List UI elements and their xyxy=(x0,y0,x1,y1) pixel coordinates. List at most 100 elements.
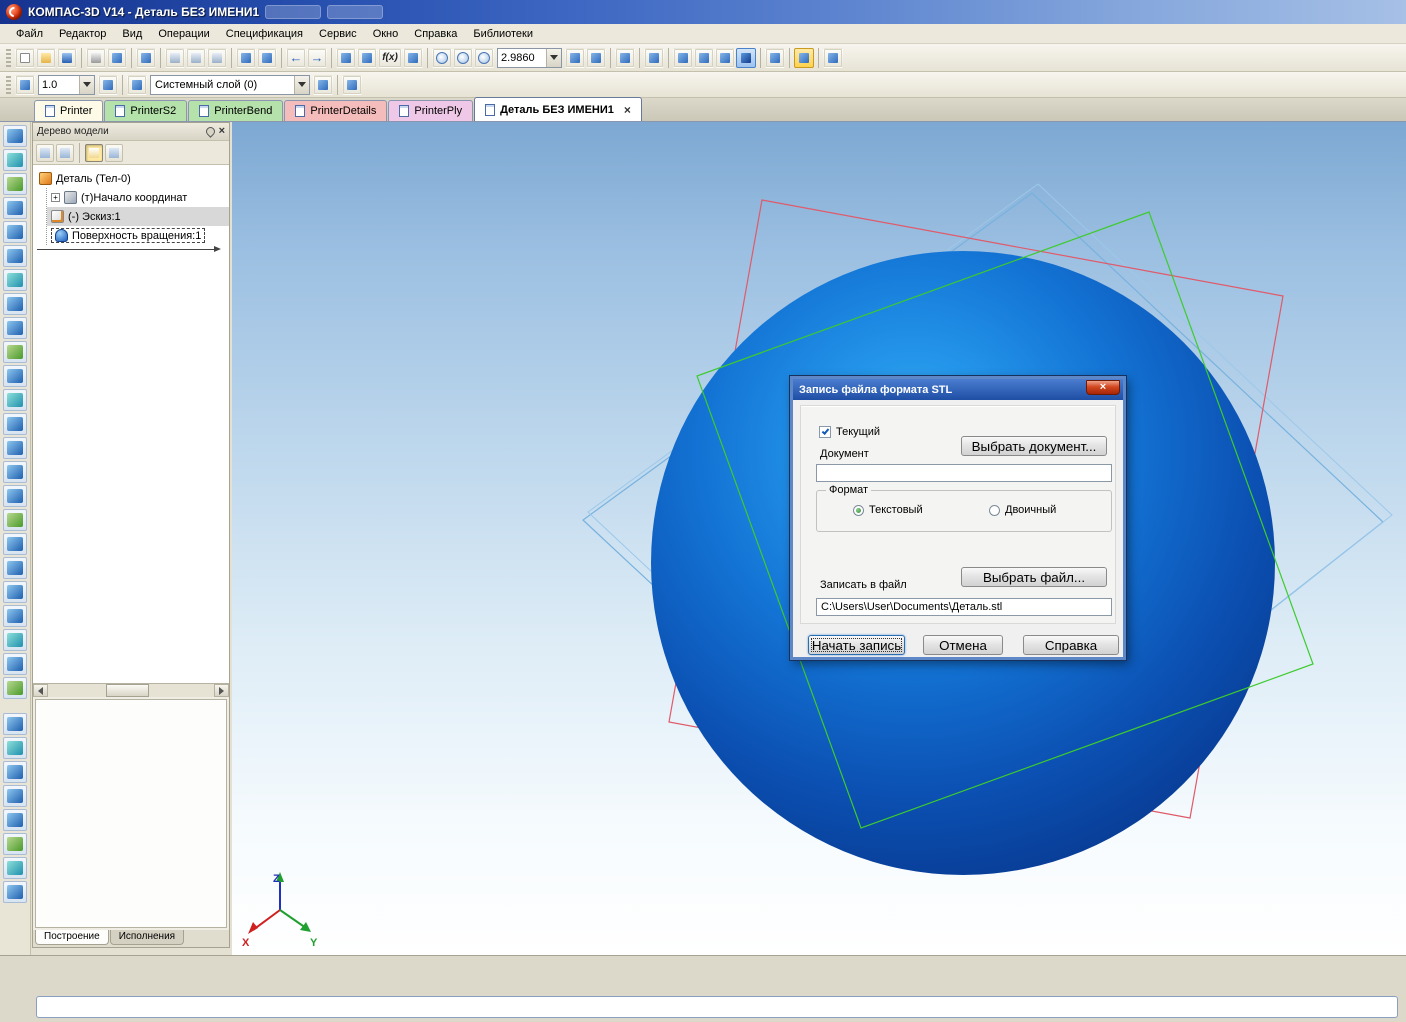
dialog-titlebar[interactable]: Запись файла формата STL × xyxy=(793,379,1123,400)
tab-construction[interactable]: Построение xyxy=(35,930,109,945)
left-toolbar-icon[interactable] xyxy=(3,533,27,555)
grid-view-icon[interactable] xyxy=(823,48,843,68)
tree-item-origin[interactable]: + (т)Начало координат xyxy=(47,188,229,207)
left-toolbar-icon[interactable] xyxy=(3,269,27,291)
file-path-input[interactable] xyxy=(816,598,1112,616)
fx-icon[interactable]: f(x) xyxy=(378,48,402,68)
menu-item-3[interactable]: Вид xyxy=(114,26,150,42)
left-toolbar-icon[interactable] xyxy=(3,557,27,579)
rotate-view-icon[interactable] xyxy=(586,48,606,68)
left-toolbar-icon[interactable] xyxy=(3,881,27,903)
left-toolbar-icon[interactable] xyxy=(3,149,27,171)
left-toolbar-icon[interactable] xyxy=(3,413,27,435)
left-toolbar-icon[interactable] xyxy=(3,341,27,363)
checkbox-checked-icon[interactable] xyxy=(819,426,831,438)
document-path-input[interactable] xyxy=(816,464,1112,482)
page-view-icon[interactable] xyxy=(85,144,103,162)
tab-variants[interactable]: Исполнения xyxy=(110,930,184,945)
print-icon[interactable] xyxy=(86,48,106,68)
tree-item-revolve-surface[interactable]: Поверхность вращения:1 xyxy=(47,226,229,245)
dialog-close-button[interactable]: × xyxy=(1086,380,1120,395)
layers-manager-icon[interactable] xyxy=(313,75,333,95)
left-toolbar-icon[interactable] xyxy=(3,581,27,603)
menu-item-2[interactable]: Редактор xyxy=(51,26,114,42)
layer-combo-dropdown[interactable] xyxy=(294,76,309,94)
cut-icon[interactable] xyxy=(165,48,185,68)
front-view-icon[interactable] xyxy=(644,48,664,68)
close-icon[interactable]: × xyxy=(219,127,225,136)
build-pointer[interactable] xyxy=(37,249,219,250)
copy-icon[interactable] xyxy=(186,48,206,68)
left-toolbar-icon[interactable] xyxy=(3,857,27,879)
scale-combo[interactable] xyxy=(38,75,95,95)
scale-value-input[interactable] xyxy=(39,77,79,93)
library-icon[interactable] xyxy=(336,48,356,68)
menu-item-8[interactable]: Справка xyxy=(406,26,465,42)
help-cursor-icon[interactable] xyxy=(403,48,423,68)
left-toolbar-icon[interactable] xyxy=(3,761,27,783)
left-toolbar-icon[interactable] xyxy=(3,653,27,675)
document-properties-icon[interactable] xyxy=(136,48,156,68)
radio-selected-icon[interactable] xyxy=(853,505,864,516)
radio-icon[interactable] xyxy=(989,505,1000,516)
zoom-combo-dropdown[interactable] xyxy=(546,49,561,67)
tree-horizontal-scrollbar[interactable] xyxy=(33,683,229,697)
scroll-left-button[interactable] xyxy=(33,684,48,697)
toolbar-grip[interactable] xyxy=(6,49,11,67)
move-view-icon[interactable] xyxy=(615,48,635,68)
hidden-lines-view-icon[interactable] xyxy=(694,48,714,68)
left-toolbar-icon[interactable] xyxy=(3,293,27,315)
zoom-value-input[interactable] xyxy=(498,50,546,66)
left-toolbar-icon[interactable] xyxy=(3,737,27,759)
doc-tab-printers2[interactable]: PrinterS2 xyxy=(104,100,187,121)
new-document-icon[interactable] xyxy=(15,48,35,68)
tree-structure-icon[interactable] xyxy=(36,144,54,162)
tree-filter-icon[interactable] xyxy=(56,144,74,162)
shaded-view-icon[interactable] xyxy=(715,48,735,68)
doc-tab-printerply[interactable]: PrinterPly xyxy=(388,100,473,121)
quick-display-icon[interactable] xyxy=(794,48,814,68)
scale-combo-dropdown[interactable] xyxy=(79,76,94,94)
menu-item-6[interactable]: Сервис xyxy=(311,26,365,42)
message-field[interactable] xyxy=(36,996,1398,1018)
help-button[interactable]: Справка xyxy=(1023,635,1119,655)
left-toolbar-icon[interactable] xyxy=(3,365,27,387)
left-toolbar-icon[interactable] xyxy=(3,509,27,531)
refresh-icon[interactable] xyxy=(565,48,585,68)
left-toolbar-icon[interactable] xyxy=(3,713,27,735)
scroll-track[interactable] xyxy=(48,684,214,697)
menu-item-1[interactable]: Файл xyxy=(8,26,51,42)
start-record-button[interactable]: Начать запись xyxy=(808,635,905,655)
format-text-radio[interactable]: Текстовый xyxy=(853,504,923,516)
left-toolbar-icon[interactable] xyxy=(3,629,27,651)
choose-file-button[interactable]: Выбрать файл... xyxy=(961,567,1107,587)
doc-tab-active-detail[interactable]: Деталь БЕЗ ИМЕНИ1 × xyxy=(474,97,642,121)
current-step-icon[interactable] xyxy=(15,75,35,95)
undo-icon[interactable]: ← xyxy=(286,48,306,68)
left-toolbar-icon[interactable] xyxy=(3,221,27,243)
extra-window-icon[interactable] xyxy=(105,144,123,162)
copy-style-icon[interactable] xyxy=(236,48,256,68)
zoom-in-icon[interactable] xyxy=(432,48,452,68)
paste-icon[interactable] xyxy=(207,48,227,68)
menu-item-5[interactable]: Спецификация xyxy=(218,26,311,42)
layer-pencil-icon[interactable] xyxy=(127,75,147,95)
left-toolbar-icon[interactable] xyxy=(3,317,27,339)
rounding-mode-icon[interactable] xyxy=(98,75,118,95)
doc-tab-printerdetails[interactable]: PrinterDetails xyxy=(284,100,387,121)
save-icon[interactable] xyxy=(57,48,77,68)
doc-tab-printerbend[interactable]: PrinterBend xyxy=(188,100,283,121)
doc-tab-printer[interactable]: Printer xyxy=(34,100,103,121)
print-preview-icon[interactable] xyxy=(107,48,127,68)
left-toolbar-icon[interactable] xyxy=(3,461,27,483)
scroll-thumb[interactable] xyxy=(106,684,149,697)
wireframe-view-icon[interactable] xyxy=(673,48,693,68)
left-toolbar-icon[interactable] xyxy=(3,437,27,459)
variables-icon[interactable] xyxy=(357,48,377,68)
menu-item-7[interactable]: Окно xyxy=(365,26,407,42)
tree-item-part[interactable]: Деталь (Тел-0) xyxy=(33,169,229,188)
menu-item-9[interactable]: Библиотеки xyxy=(465,26,541,42)
left-toolbar-icon[interactable] xyxy=(3,197,27,219)
scroll-right-button[interactable] xyxy=(214,684,229,697)
tree-item-sketch[interactable]: (-) Эскиз:1 xyxy=(47,207,229,226)
